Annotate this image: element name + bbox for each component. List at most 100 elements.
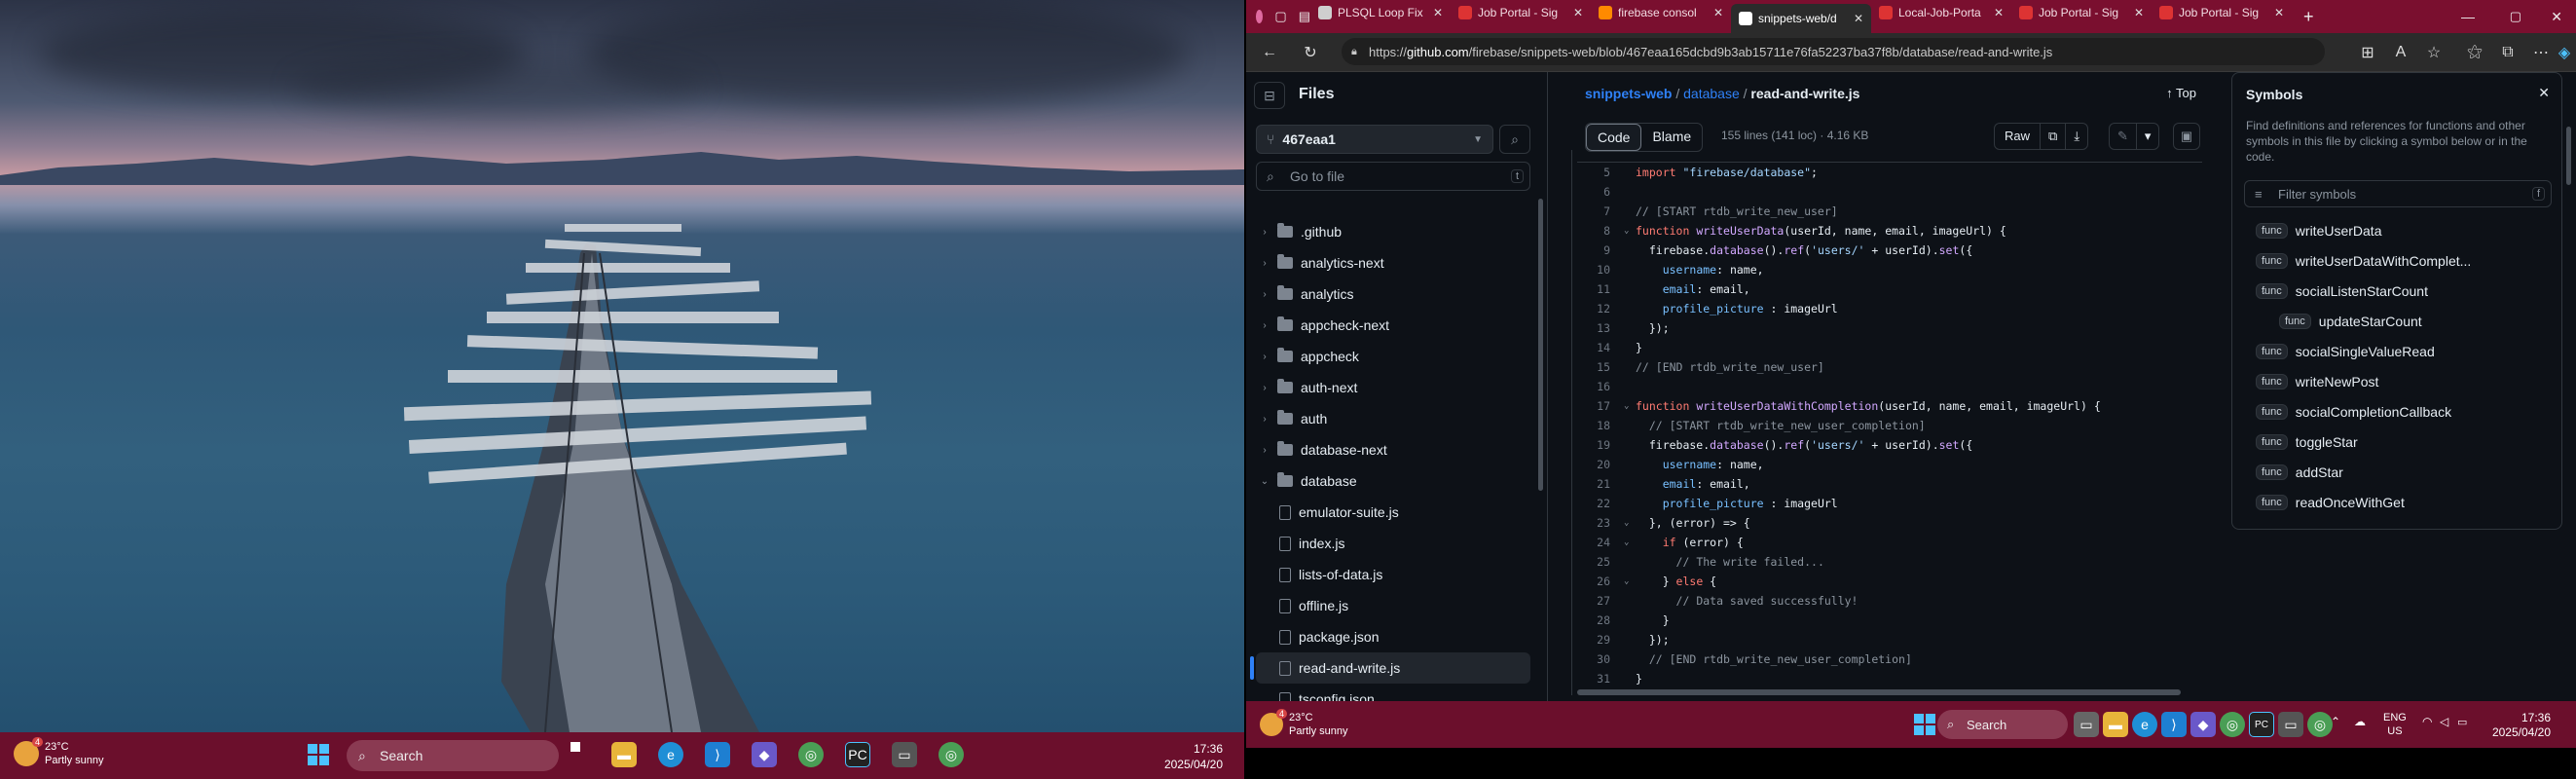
edge-icon[interactable]: e	[658, 742, 683, 767]
line-number[interactable]: 9	[1577, 243, 1624, 257]
code-line[interactable]: 30 // [END rtdb_write_new_user_completio…	[1577, 649, 2202, 669]
taskbar-search[interactable]: ⌕ Search	[1937, 710, 2068, 739]
fold-icon[interactable]: ⌄	[1624, 401, 1636, 411]
code-line[interactable]: 23 ⌄ }, (error) => {	[1577, 513, 2202, 533]
caret-down-icon[interactable]: ▾	[2135, 124, 2159, 149]
chrome-icon[interactable]: ◎	[2307, 712, 2333, 737]
line-number[interactable]: 29	[1577, 633, 1624, 647]
line-number[interactable]: 25	[1577, 555, 1624, 569]
code-line[interactable]: 25 // The write failed...	[1577, 552, 2202, 572]
pycharm-icon[interactable]: PC	[845, 742, 870, 767]
code-line[interactable]: 28 }	[1577, 611, 2202, 630]
chrome-icon[interactable]: ◎	[938, 742, 964, 767]
line-number[interactable]: 17	[1577, 399, 1624, 413]
line-number[interactable]: 16	[1577, 380, 1624, 393]
close-tab-icon[interactable]: ✕	[1433, 6, 1443, 19]
line-number[interactable]: 7	[1577, 204, 1624, 218]
browser-tab[interactable]: Job Portal - Sig ✕	[2152, 0, 2292, 25]
chrome-icon[interactable]: ◎	[2220, 712, 2245, 737]
minimize-button[interactable]: —	[2461, 9, 2475, 24]
line-number[interactable]: 19	[1577, 438, 1624, 452]
close-tab-icon[interactable]: ✕	[2134, 6, 2144, 19]
code-line[interactable]: 18 // [START rtdb_write_new_user_complet…	[1577, 416, 2202, 435]
line-number[interactable]: 11	[1577, 282, 1624, 296]
browser-tab[interactable]: PLSQL Loop Fix ✕	[1310, 0, 1451, 25]
pycharm-icon[interactable]: PC	[2249, 712, 2274, 737]
back-icon[interactable]: ←	[1256, 39, 1283, 66]
file-tree-item[interactable]: › appcheck	[1256, 341, 1530, 372]
tab-code[interactable]: Code	[1586, 124, 1642, 151]
code-line[interactable]: 26 ⌄ } else {	[1577, 572, 2202, 591]
widget-icon[interactable]	[570, 742, 580, 752]
maximize-button[interactable]: ▢	[2510, 9, 2521, 24]
line-number[interactable]: 13	[1577, 321, 1624, 335]
code-line[interactable]: 29 });	[1577, 630, 2202, 649]
code-line[interactable]: 10 username: name,	[1577, 260, 2202, 279]
cloud-icon[interactable]: ☁	[2354, 715, 2366, 728]
file-tree-item[interactable]: lists-of-data.js	[1256, 559, 1530, 590]
file-tree-item[interactable]: package.json	[1256, 621, 1530, 652]
code-line[interactable]: 16	[1577, 377, 2202, 396]
file-tree-item[interactable]: › .github	[1256, 216, 1530, 247]
browser-tab[interactable]: Local-Job-Porta ✕	[1871, 0, 2011, 25]
symbol-item[interactable]: func readOnceWithGet	[2244, 487, 2552, 517]
file-tree-item[interactable]: read-and-write.js	[1250, 652, 1530, 684]
line-number[interactable]: 27	[1577, 594, 1624, 608]
line-number[interactable]: 26	[1577, 575, 1624, 588]
code-line[interactable]: 7 // [START rtdb_write_new_user]	[1577, 202, 2202, 221]
code-line[interactable]: 15 // [END rtdb_write_new_user]	[1577, 357, 2202, 377]
app-icon[interactable]: ◆	[752, 742, 777, 767]
line-number[interactable]: 18	[1577, 419, 1624, 432]
weather-widget[interactable]: 4 23°C Partly sunny	[1260, 709, 1348, 738]
vscode-icon[interactable]: ⟩	[705, 742, 730, 767]
breadcrumb-dir[interactable]: database	[1683, 86, 1740, 101]
code-line[interactable]: 8 ⌄ function writeUserData(userId, name, e…	[1577, 221, 2202, 241]
tray-chevron-icon[interactable]: ⌃	[2331, 715, 2340, 728]
file-tree-item[interactable]: › database-next	[1256, 434, 1530, 465]
symbol-item[interactable]: func updateStarCount	[2244, 306, 2552, 336]
code-line[interactable]: 5 import "firebase/database";	[1577, 163, 2202, 182]
file-explorer-icon[interactable]: ▬	[611, 742, 637, 767]
filter-symbols-input[interactable]: ≡ Filter symbols f	[2244, 180, 2552, 207]
tab-blame[interactable]: Blame	[1641, 124, 1702, 151]
code-line[interactable]: 27 // Data saved successfully!	[1577, 591, 2202, 611]
symbol-item[interactable]: func addStar	[2244, 457, 2552, 487]
line-number[interactable]: 8	[1577, 224, 1624, 238]
search-files-icon[interactable]: ⌕	[1499, 125, 1530, 154]
code-line[interactable]: 31}	[1577, 669, 2202, 687]
line-number[interactable]: 6	[1577, 185, 1624, 199]
start-button[interactable]	[1914, 714, 1935, 735]
close-tab-icon[interactable]: ✕	[2274, 6, 2284, 19]
file-tree-item[interactable]: › appcheck-next	[1256, 310, 1530, 341]
line-number[interactable]: 20	[1577, 458, 1624, 471]
code-line[interactable]: 12 profile_picture : imageUrl	[1577, 299, 2202, 318]
code-line[interactable]: 21 email: email,	[1577, 474, 2202, 494]
browser-tab[interactable]: firebase consol ✕	[1591, 0, 1731, 25]
collapse-panel-icon[interactable]: ⊟	[1254, 82, 1285, 109]
file-explorer-icon[interactable]: ▬	[2103, 712, 2128, 737]
close-button[interactable]: ✕	[2551, 9, 2562, 25]
copilot-icon[interactable]: ◈	[2551, 39, 2576, 66]
fold-icon[interactable]: ⌄	[1624, 226, 1636, 236]
chrome-icon[interactable]: ◎	[798, 742, 824, 767]
close-tab-icon[interactable]: ✕	[1854, 12, 1863, 25]
symbol-item[interactable]: func toggleStar	[2244, 427, 2552, 457]
battery-icon[interactable]: ▭	[2457, 716, 2467, 728]
profile-icon[interactable]	[1256, 10, 1264, 23]
file-tree-item[interactable]: emulator-suite.js	[1256, 497, 1530, 528]
symbol-item[interactable]: func writeNewPost	[2244, 366, 2552, 396]
line-number[interactable]: 31	[1577, 672, 1624, 686]
line-number[interactable]: 21	[1577, 477, 1624, 491]
line-number[interactable]: 5	[1577, 166, 1624, 179]
close-tab-icon[interactable]: ✕	[1994, 6, 2004, 19]
url-field[interactable]: 🔒︎ https://github.com/firebase/snippets-…	[1342, 38, 2325, 65]
chevron-down-icon[interactable]: ⌄	[2260, 284, 2268, 297]
browser-tab[interactable]: Job Portal - Sig ✕	[1451, 0, 1591, 25]
volume-icon[interactable]: ◁	[2440, 715, 2448, 728]
code-line[interactable]: 17 ⌄ function writeUserDataWithCompletion(…	[1577, 396, 2202, 416]
download-icon[interactable]: ⤓	[2066, 124, 2087, 149]
refresh-icon[interactable]: ↻	[1297, 39, 1324, 66]
workspaces-icon[interactable]: ▢	[1274, 9, 1286, 24]
taskbar-search[interactable]: ⌕ Search	[347, 740, 559, 771]
line-number[interactable]: 23	[1577, 516, 1624, 530]
